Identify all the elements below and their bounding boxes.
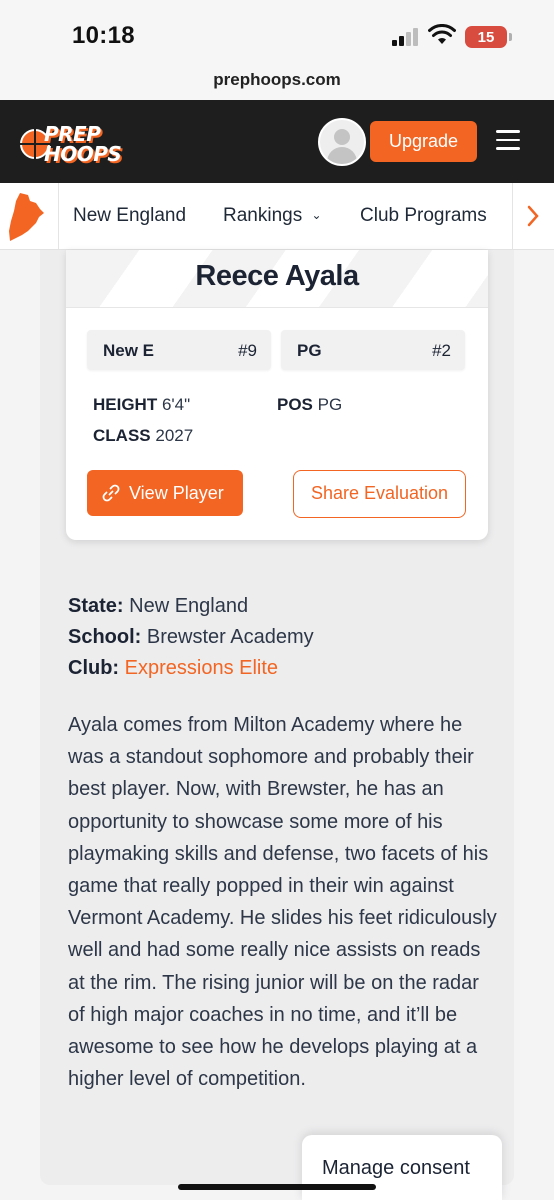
manage-consent-button[interactable]: Manage consent — [302, 1135, 502, 1200]
link-icon — [102, 484, 120, 502]
region-nav: New England Rankings ⌄ Club Programs — [0, 183, 554, 250]
user-avatar[interactable] — [318, 118, 366, 166]
region-rank-badge[interactable]: New E #9 — [87, 330, 271, 370]
state-line: State: New England — [68, 595, 249, 617]
battery-icon: 15 — [465, 26, 512, 48]
player-card-header: Reece Ayala — [66, 250, 488, 308]
chevron-down-icon: ⌄ — [311, 208, 322, 222]
home-indicator — [178, 1184, 376, 1190]
hamburger-menu-icon[interactable] — [496, 130, 520, 150]
evaluation-text: Ayala comes from Milton Academy where he… — [68, 714, 497, 1091]
player-card: Reece Ayala New E #9 PG #2 HEIGHT 6'4" P… — [66, 250, 488, 540]
nav-item-club-programs[interactable]: Club Programs — [360, 205, 487, 227]
status-bar: 10:18 15 — [0, 0, 554, 62]
height-stat: HEIGHT 6'4" — [93, 395, 191, 414]
class-stat: CLASS 2027 — [93, 426, 194, 445]
share-evaluation-button[interactable]: Share Evaluation — [293, 470, 466, 518]
nav-item-new-england[interactable]: New England — [73, 205, 186, 227]
chevron-right-icon[interactable] — [524, 203, 542, 229]
wifi-icon — [428, 24, 456, 44]
school-line: School: Brewster Academy — [68, 626, 314, 648]
upgrade-button[interactable]: Upgrade — [370, 121, 477, 162]
position-stat: POS PG — [277, 395, 343, 414]
prephoops-logo[interactable]: PREP HOOPS — [18, 120, 128, 166]
address-bar[interactable]: prephoops.com — [0, 62, 554, 100]
new-england-map-icon[interactable] — [6, 191, 46, 243]
cellular-signal-icon — [392, 28, 422, 46]
club-line: Club: Expressions Elite — [68, 657, 279, 679]
view-player-button[interactable]: View Player — [87, 470, 243, 516]
position-rank-badge[interactable]: PG #2 — [281, 330, 465, 370]
player-name: Reece Ayala — [195, 260, 359, 292]
club-link[interactable]: Expressions Elite — [125, 657, 278, 679]
nav-item-rankings[interactable]: Rankings ⌄ — [223, 205, 322, 227]
status-time: 10:18 — [72, 22, 135, 49]
